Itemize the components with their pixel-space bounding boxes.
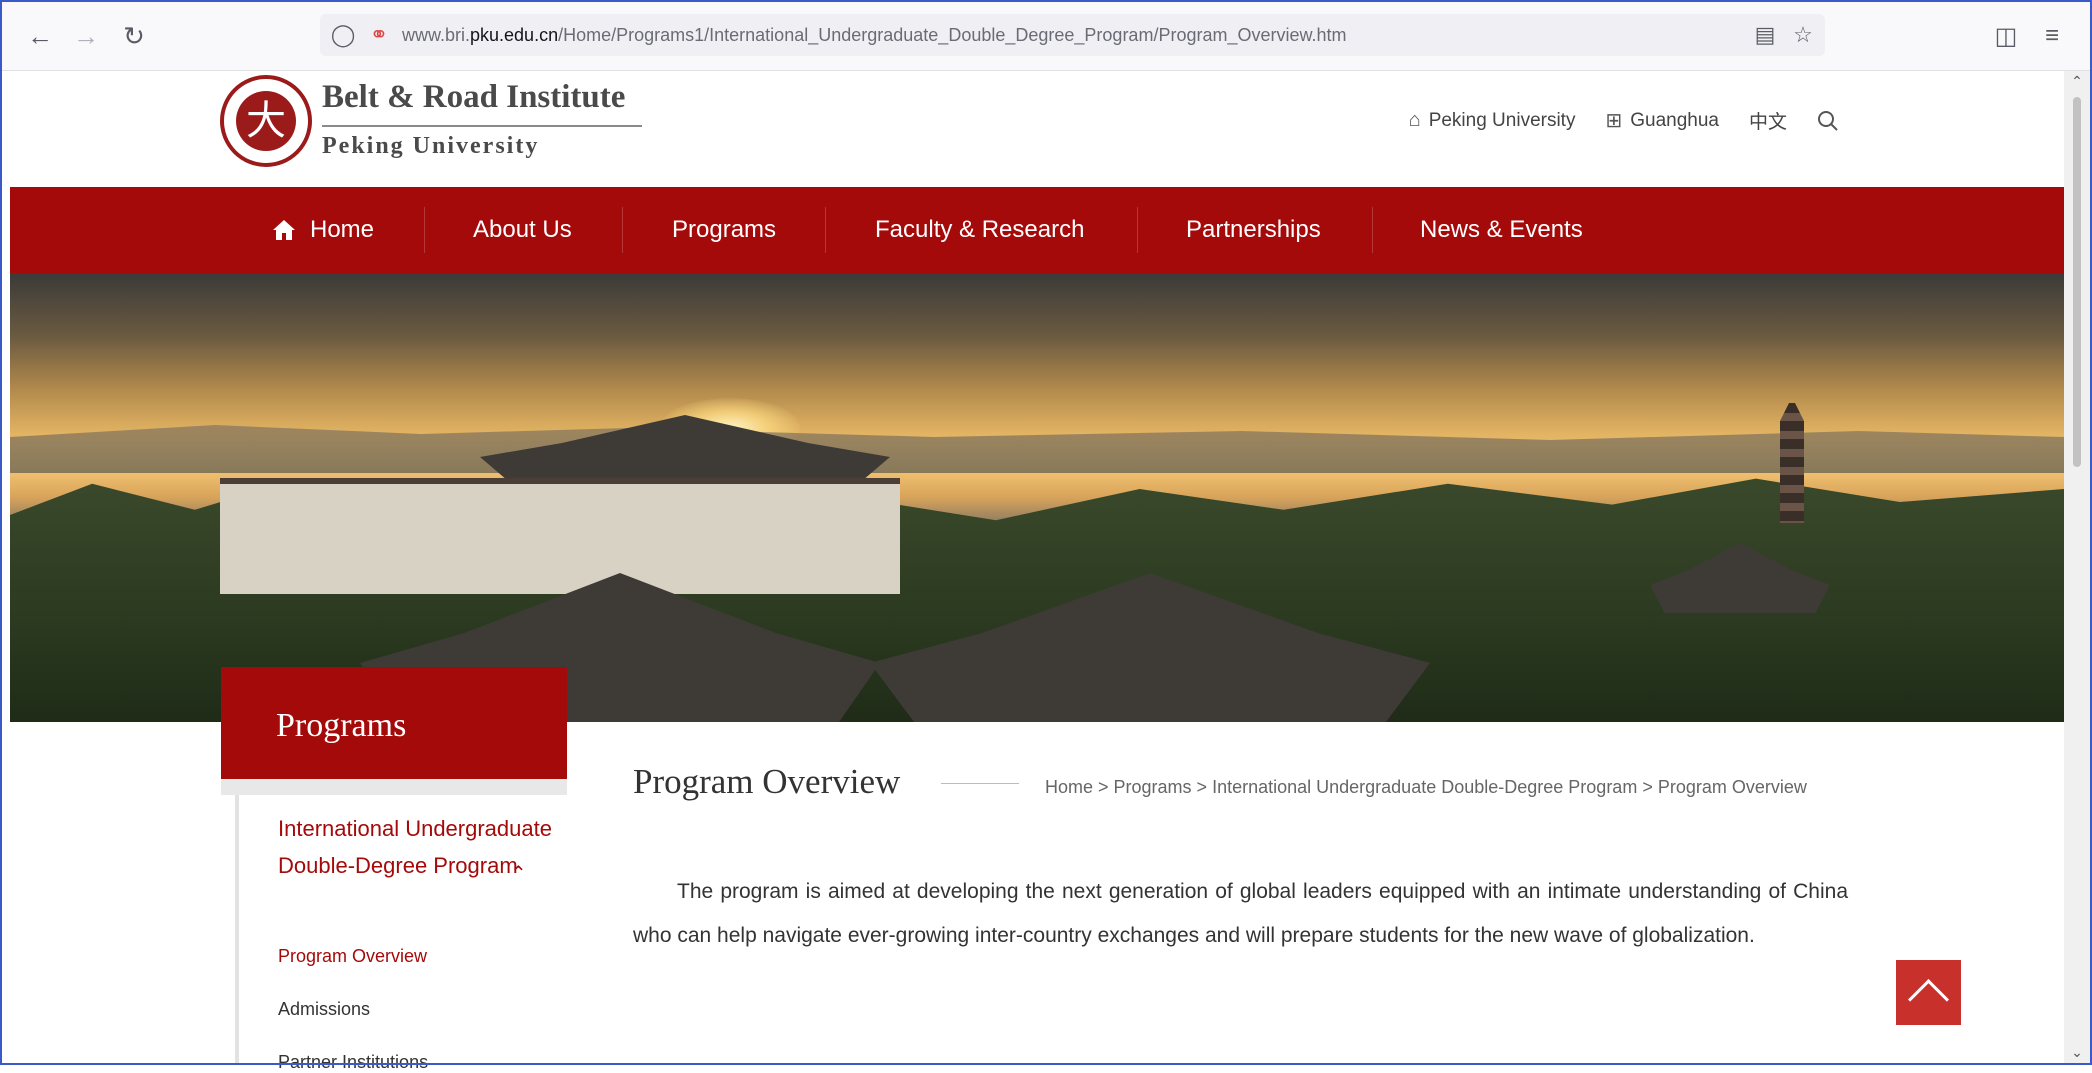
grid-icon: ⊞	[1605, 110, 1623, 132]
header-utility-links: ⌂ Peking University ⊞ Guanghua 中文	[1409, 107, 1839, 134]
search-icon[interactable]	[1817, 110, 1839, 132]
building-roof	[480, 415, 890, 485]
url-text[interactable]: www.bri.pku.edu.cn/Home/Programs1/Intern…	[402, 25, 1347, 46]
program-description: The program is aimed at developing the n…	[633, 880, 1848, 947]
mountain-silhouette	[10, 425, 2064, 473]
address-bar[interactable]: ◯ ⚭ www.bri.pku.edu.cn/Home/Programs1/In…	[320, 14, 1825, 56]
back-arrow-icon[interactable]: ←	[22, 18, 58, 54]
campus-hero-banner	[10, 273, 2064, 722]
logo-divider	[322, 125, 642, 127]
back-to-top-button[interactable]	[1896, 960, 1961, 1025]
nav-divider	[1372, 207, 1373, 253]
scroll-up-icon[interactable]: ⌃	[2064, 73, 2090, 90]
bookmark-star-icon[interactable]: ☆	[1788, 20, 1818, 50]
sidebar-heading-underbar	[221, 779, 567, 795]
nav-partnerships[interactable]: Partnerships	[1186, 187, 1321, 273]
nav-divider	[622, 207, 623, 253]
chevron-up-icon	[1907, 978, 1950, 1021]
guanghua-link[interactable]: ⊞ Guanghua	[1605, 108, 1719, 133]
scroll-down-icon[interactable]: ⌄	[2064, 1044, 2090, 1061]
logo-title[interactable]: Belt & Road Institute	[322, 79, 625, 116]
nav-news-events[interactable]: News & Events	[1420, 187, 1583, 273]
browser-toolbar: ← → ↻ ◯ ⚭ www.bri.pku.edu.cn/Home/Progra…	[0, 0, 2092, 71]
shield-icon[interactable]: ◯	[328, 20, 358, 50]
nav-home[interactable]: Home	[272, 187, 374, 273]
page-scrollbar[interactable]: ⌃ ⌄	[2064, 71, 2090, 1063]
main-navigation: Home About Us Programs Faculty & Researc…	[10, 187, 2064, 273]
peking-university-link[interactable]: ⌂ Peking University	[1409, 109, 1576, 132]
sidebar-heading: Programs	[276, 707, 407, 744]
sidebar-item-program-overview[interactable]: Program Overview	[278, 946, 427, 967]
breadcrumb[interactable]: Home > Programs > International Undergra…	[1045, 777, 1807, 798]
title-divider	[941, 783, 1019, 784]
chinese-language-link[interactable]: 中文	[1749, 107, 1787, 134]
main-building	[220, 478, 900, 594]
scrollbar-thumb[interactable]	[2073, 97, 2081, 467]
sidebar-heading-box: Programs	[221, 667, 567, 779]
sidebar-current-section[interactable]: International Undergraduate Double-Degre…	[278, 810, 558, 885]
page-title: Program Overview	[633, 762, 901, 801]
reload-icon[interactable]: ↻	[116, 18, 152, 54]
nav-divider	[1137, 207, 1138, 253]
sidebar-item-partner-institutions[interactable]: Partner Institutions	[278, 1052, 428, 1073]
pocket-icon[interactable]: ◫	[1988, 18, 2024, 54]
chevron-up-icon[interactable]: ⌃	[510, 856, 527, 893]
nav-divider	[424, 207, 425, 253]
menu-icon[interactable]: ≡	[2034, 18, 2070, 54]
sidebar-rail	[235, 795, 239, 1065]
nav-about-us[interactable]: About Us	[473, 187, 572, 273]
home-icon	[273, 220, 295, 240]
reader-view-icon[interactable]: ▤	[1750, 20, 1780, 50]
sidebar-item-admissions[interactable]: Admissions	[278, 999, 370, 1020]
home-building-icon: ⌂	[1408, 109, 1421, 131]
forward-arrow-icon[interactable]: →	[68, 18, 104, 54]
insecure-lock-icon[interactable]: ⚭	[364, 20, 394, 50]
nav-faculty-research[interactable]: Faculty & Research	[875, 187, 1084, 273]
logo-subtitle[interactable]: Peking University	[322, 133, 539, 160]
pku-seal-logo[interactable]: 大	[220, 75, 312, 167]
nav-divider	[825, 207, 826, 253]
nav-programs[interactable]: Programs	[672, 187, 776, 273]
site-header: 大 Belt & Road Institute Peking Universit…	[10, 71, 2064, 187]
